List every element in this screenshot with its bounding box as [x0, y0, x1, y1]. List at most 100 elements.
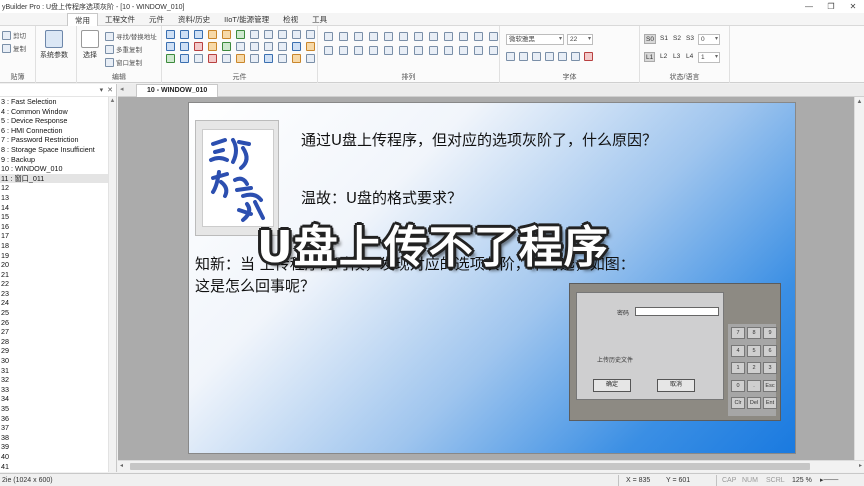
underline-icon[interactable] [532, 52, 541, 61]
ungroup-icon[interactable] [324, 46, 333, 55]
window-list-item[interactable]: 39 [0, 442, 116, 452]
numeric-icon[interactable] [166, 42, 175, 51]
tab-window-010[interactable]: 10 - WINDOW_010 [136, 84, 219, 97]
polyline-icon[interactable] [264, 30, 273, 39]
lang-number-input[interactable]: 1 [698, 52, 720, 63]
rotate-icon[interactable] [429, 46, 438, 55]
text-center-icon[interactable] [558, 52, 567, 61]
flip-v-icon[interactable] [414, 46, 423, 55]
minimize-button[interactable]: — [798, 0, 820, 13]
arc-icon[interactable] [306, 30, 315, 39]
font-name-select[interactable]: 微软雅黑 [506, 34, 564, 45]
italic-icon[interactable] [519, 52, 528, 61]
window-list-item[interactable]: 18 [0, 241, 116, 251]
window-list-item[interactable]: 41 [0, 462, 116, 472]
window-list-item[interactable]: 5 : Device Response [0, 116, 116, 126]
tab-scroll-left-icon[interactable]: ◂ [120, 85, 124, 93]
close-panel-icon[interactable]: ✕ [107, 86, 113, 94]
multi-copy-button[interactable]: 多重复制 [105, 44, 142, 54]
state-s1-button[interactable]: S1 [659, 34, 669, 44]
find-replace-button[interactable]: 寻找/替换地址 [105, 31, 157, 41]
align-middle-icon[interactable] [384, 32, 393, 41]
window-list-item[interactable]: 35 [0, 404, 116, 414]
window-list-item[interactable]: 17 [0, 231, 116, 241]
table-icon[interactable] [278, 42, 287, 51]
panel-scrollbar[interactable]: ▲ [108, 97, 116, 472]
bar-graph-icon[interactable] [236, 42, 245, 51]
meter-icon[interactable] [222, 42, 231, 51]
window-list-item[interactable]: 32 [0, 375, 116, 385]
text-icon[interactable] [292, 42, 301, 51]
multistate-icon[interactable] [208, 30, 217, 39]
alarm-icon[interactable] [208, 42, 217, 51]
barcode-icon[interactable] [250, 54, 259, 63]
scroll-right-arrow-icon[interactable]: ▸ [859, 461, 862, 472]
zoom-slider[interactable]: ▸─── [820, 475, 838, 486]
distribute-v-icon[interactable] [474, 32, 483, 41]
rectangle-icon[interactable] [278, 30, 287, 39]
window-list-item[interactable]: 22 [0, 279, 116, 289]
same-height-icon[interactable] [429, 32, 438, 41]
window-list-item[interactable]: 29 [0, 346, 116, 356]
combo-icon[interactable] [222, 54, 231, 63]
slider-icon[interactable] [180, 54, 189, 63]
window-list-item[interactable]: 20 [0, 260, 116, 270]
same-size-icon[interactable] [444, 32, 453, 41]
word-lamp-icon[interactable] [180, 30, 189, 39]
canvas-horizontal-scrollbar[interactable]: ◂ ▸ [118, 460, 864, 472]
window-list-item[interactable]: 24 [0, 298, 116, 308]
font-size-select[interactable]: 22 [567, 34, 593, 45]
window-list-item[interactable]: 14 [0, 203, 116, 213]
window-list-item[interactable]: 33 [0, 385, 116, 395]
window-list-item[interactable]: 10 : WINDOW_010 [0, 164, 116, 174]
state-s2-button[interactable]: S2 [672, 34, 682, 44]
nudge-icon[interactable] [459, 46, 468, 55]
design-canvas[interactable]: 通过U盘上传程序，但对应的选项灰阶了，什么原因？ 温故：U盘的格式要求？ 知新：… [118, 97, 854, 460]
maximize-button[interactable]: ❐ [820, 0, 842, 13]
trend-icon[interactable] [194, 42, 203, 51]
hmi-screen[interactable]: 通过U盘上传程序，但对应的选项灰阶了，什么原因？ 温故：U盘的格式要求？ 知新：… [188, 102, 796, 454]
window-list-item[interactable]: 16 [0, 222, 116, 232]
image-icon[interactable] [166, 54, 175, 63]
frame-icon[interactable] [278, 54, 287, 63]
distribute-h-icon[interactable] [459, 32, 468, 41]
align-left-icon[interactable] [324, 32, 333, 41]
close-button[interactable]: ✕ [842, 0, 864, 13]
menu-tab-home[interactable]: 常用 [67, 12, 98, 26]
cut-button[interactable]: 剪切 [2, 30, 26, 40]
window-list-item[interactable]: 25 [0, 308, 116, 318]
date-icon[interactable] [194, 54, 203, 63]
window-list-item[interactable]: 40 [0, 452, 116, 462]
text-left-icon[interactable] [545, 52, 554, 61]
align-bottom-icon[interactable] [399, 32, 408, 41]
function-key-icon[interactable] [306, 42, 315, 51]
message-icon[interactable] [222, 30, 231, 39]
picture-icon[interactable] [236, 30, 245, 39]
key-icon[interactable] [292, 54, 301, 63]
same-width-icon[interactable] [414, 32, 423, 41]
grid-toggle-icon[interactable] [489, 46, 498, 55]
state-s3-button[interactable]: S3 [685, 34, 695, 44]
scale-icon[interactable] [264, 42, 273, 51]
bring-forward-icon[interactable] [369, 46, 378, 55]
bring-front-icon[interactable] [339, 46, 348, 55]
window-list-item[interactable]: 26 [0, 318, 116, 328]
menu-tab-tools[interactable]: 工具 [305, 13, 334, 26]
align-top-icon[interactable] [369, 32, 378, 41]
font-color-icon[interactable] [584, 52, 593, 61]
send-back-icon[interactable] [354, 46, 363, 55]
recipe-icon[interactable] [208, 54, 217, 63]
window-list-item[interactable]: 12 [0, 183, 116, 193]
align-right-icon[interactable] [354, 32, 363, 41]
window-list-item[interactable]: 3 : Fast Selection [0, 97, 116, 107]
window-list-item[interactable]: 27 [0, 327, 116, 337]
more-elements-icon[interactable] [306, 54, 315, 63]
menu-tab-view[interactable]: 检视 [276, 13, 305, 26]
state-s0-button[interactable]: S0 [644, 34, 656, 44]
ascii-icon[interactable] [180, 42, 189, 51]
menu-tab-data-history[interactable]: 资料/历史 [171, 13, 217, 26]
pin-icon[interactable]: ▾ [100, 86, 104, 94]
menu-tab-project[interactable]: 工程文件 [98, 13, 142, 26]
align-center-icon[interactable] [339, 32, 348, 41]
window-list-item[interactable]: 11 : 窗口_011 [0, 173, 116, 184]
